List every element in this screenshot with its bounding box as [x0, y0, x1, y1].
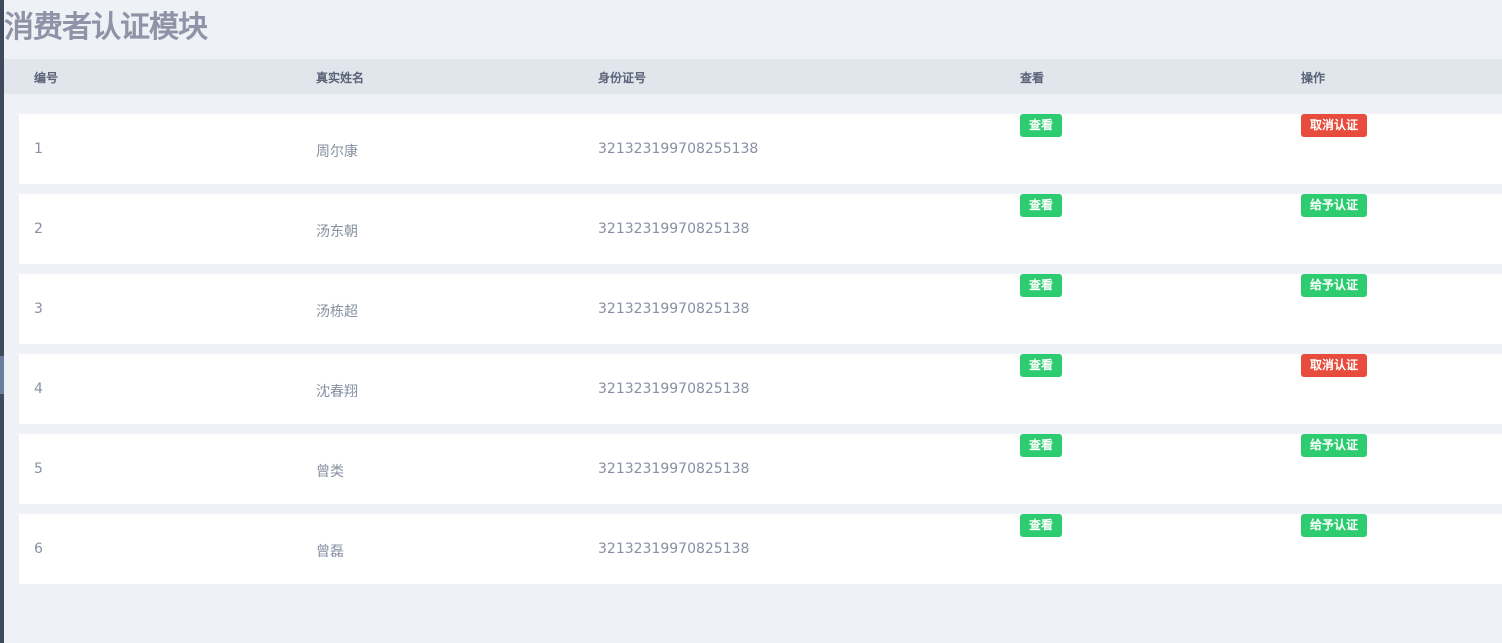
grant-certification-button[interactable]: 给予认证 — [1301, 434, 1368, 457]
header-id: 编号 — [34, 71, 59, 85]
grant-certification-button[interactable]: 给予认证 — [1301, 194, 1368, 217]
cell-id: 2 — [34, 221, 43, 237]
table-row: 4 沈春翔 32132319970825138 查看 取消认证 — [19, 354, 1502, 424]
header-action: 操作 — [1301, 71, 1326, 85]
header-name: 真实姓名 — [316, 71, 365, 85]
cell-idcard: 32132319970825138 — [598, 461, 750, 477]
view-button[interactable]: 查看 — [1020, 194, 1063, 217]
cell-id: 6 — [34, 541, 43, 557]
cell-name: 曾磊 — [316, 544, 344, 560]
grant-certification-button[interactable]: 给予认证 — [1301, 274, 1368, 297]
cell-id: 4 — [34, 381, 43, 397]
view-button[interactable]: 查看 — [1020, 274, 1063, 297]
cancel-certification-button[interactable]: 取消认证 — [1301, 114, 1368, 137]
cell-name: 曾类 — [316, 464, 344, 480]
cancel-certification-button[interactable]: 取消认证 — [1301, 354, 1368, 377]
cell-id: 5 — [34, 461, 43, 477]
view-button[interactable]: 查看 — [1020, 434, 1063, 457]
cell-id: 1 — [34, 141, 43, 157]
sidebar-active-marker — [0, 356, 4, 394]
table-header: 编号 真实姓名 身份证号 查看 操作 — [4, 59, 1502, 94]
sidebar-edge — [0, 0, 4, 643]
table-row: 3 汤栋超 32132319970825138 查看 给予认证 — [19, 274, 1502, 344]
cell-name: 汤栋超 — [316, 304, 358, 320]
cell-idcard: 32132319970825138 — [598, 301, 750, 317]
cell-name: 沈春翔 — [316, 384, 358, 400]
view-button[interactable]: 查看 — [1020, 514, 1063, 537]
page-title: 消费者认证模块 — [4, 10, 208, 45]
table-row: 5 曾类 32132319970825138 查看 给予认证 — [19, 434, 1502, 504]
cell-name: 周尔康 — [316, 144, 358, 160]
cell-id: 3 — [34, 301, 43, 317]
view-button[interactable]: 查看 — [1020, 354, 1063, 377]
header-idcard: 身份证号 — [598, 71, 647, 85]
table-row: 6 曾磊 32132319970825138 查看 给予认证 — [19, 514, 1502, 584]
cell-idcard: 32132319970825138 — [598, 381, 750, 397]
header-view: 查看 — [1020, 71, 1045, 85]
cell-idcard: 321323199708255138 — [598, 141, 759, 157]
cell-idcard: 32132319970825138 — [598, 541, 750, 557]
view-button[interactable]: 查看 — [1020, 114, 1063, 137]
grant-certification-button[interactable]: 给予认证 — [1301, 514, 1368, 537]
table-row: 1 周尔康 321323199708255138 查看 取消认证 — [19, 114, 1502, 184]
cell-idcard: 32132319970825138 — [598, 221, 750, 237]
cell-name: 汤东朝 — [316, 224, 358, 240]
table-row: 2 汤东朝 32132319970825138 查看 给予认证 — [19, 194, 1502, 264]
